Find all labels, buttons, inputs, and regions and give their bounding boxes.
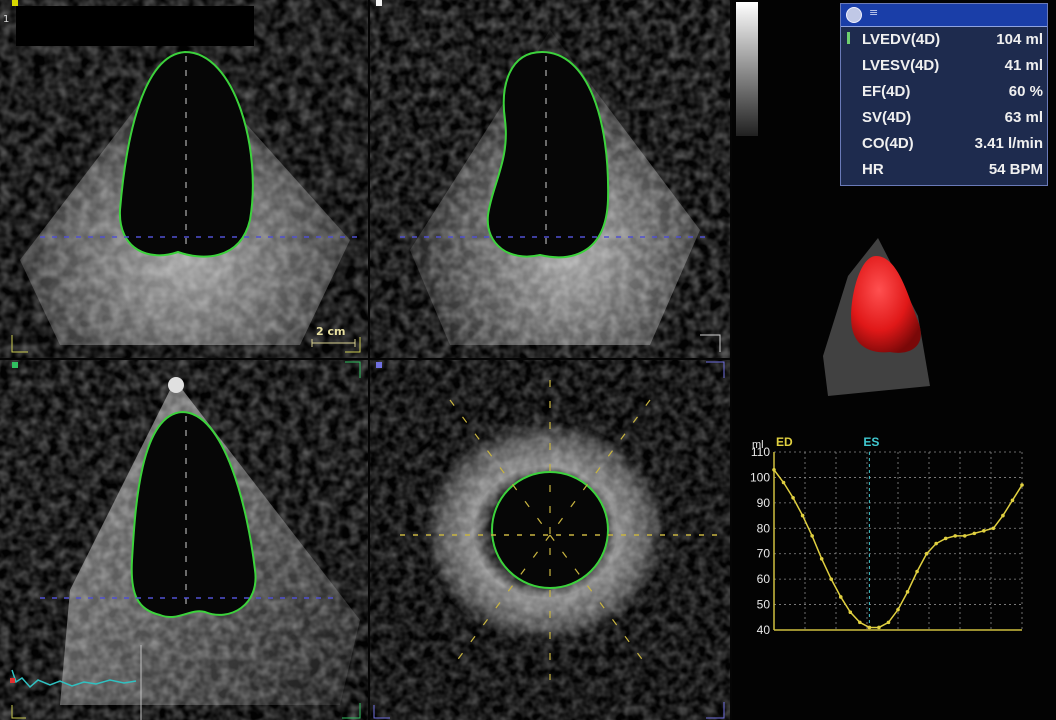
measurement-value: 63 ml — [1004, 109, 1043, 126]
measurement-label: EF(4D) — [862, 83, 911, 100]
volume-data-point — [1001, 513, 1005, 518]
phase-marker-label: ED — [776, 435, 793, 449]
measurement-value: 54 BPM — [988, 161, 1043, 178]
measurement-value: 41 ml — [1004, 57, 1043, 74]
grayscale-bar — [736, 2, 758, 136]
measurement-label: SV(4D) — [862, 109, 912, 126]
y-axis-label: ml — [752, 439, 764, 451]
echo-image-tr — [370, 0, 730, 358]
volume-data-point — [953, 534, 958, 538]
measurement-label: CO(4D) — [862, 135, 914, 152]
volume-data-point — [962, 534, 967, 538]
pane-id-label: 1 — [3, 14, 10, 25]
lv-volume-render — [823, 238, 930, 396]
measurement-row[interactable]: SV(4D) 63 ml — [841, 105, 1047, 131]
y-tick-label: 80 — [757, 521, 771, 535]
volume-data-point — [819, 557, 824, 561]
measurement-value: 104 ml — [996, 31, 1043, 48]
measurement-row[interactable]: HR 54 BPM — [841, 157, 1047, 183]
volume-data-point — [800, 513, 805, 518]
y-tick-label: 60 — [757, 572, 771, 586]
measurement-label: HR — [862, 161, 884, 178]
volume-data-point — [810, 534, 814, 538]
volume-data-point — [781, 480, 786, 485]
volume-data-point — [877, 625, 881, 630]
measurement-label: LVESV(4D) — [862, 57, 940, 74]
echo-image-tl — [0, 0, 368, 358]
volume-time-curve: 40 50 60 70 80 90 100 110 ml ED ES — [732, 430, 1056, 640]
phase-marker-label: ES — [863, 435, 879, 449]
y-tick-label: 70 — [757, 547, 771, 561]
measurement-panel-title: ≡ — [869, 6, 879, 19]
view-pane-apical-4ch[interactable]: 1 2 cm — [0, 0, 368, 358]
pane-color-marker — [12, 362, 18, 368]
volume-data-point — [924, 551, 929, 556]
pane-color-marker — [376, 362, 382, 368]
volume-data-point — [943, 536, 948, 541]
y-tick-label: 90 — [757, 496, 771, 510]
volume-data-point — [772, 468, 776, 472]
echo-image-br — [370, 360, 730, 720]
volume-data-point — [905, 590, 910, 594]
measurement-row[interactable]: LVESV(4D) 41 ml — [841, 53, 1047, 79]
view-pane-short-axis[interactable] — [370, 360, 730, 720]
volume-data-point — [896, 607, 900, 612]
view-pane-apical-2ch[interactable] — [370, 0, 730, 358]
volume-data-point — [915, 569, 919, 574]
measurement-row[interactable]: LVEDV(4D) 104 ml — [841, 27, 1047, 53]
volume-data-point — [982, 529, 986, 533]
volume-data-point — [838, 595, 843, 599]
measurement-row[interactable]: CO(4D) 3.41 l/min — [841, 131, 1047, 157]
volume-data-point — [886, 620, 891, 625]
volume-data-point — [848, 610, 853, 614]
echo-image-bl — [0, 360, 368, 720]
volume-chart: 405060708090100110ml ED ES — [750, 435, 1024, 637]
measurement-list: LVEDV(4D) 104 ml LVESV(4D) 41 ml EF(4D) 60 % S… — [841, 27, 1047, 183]
measurement-panel[interactable]: ≡ LVEDV(4D) 104 ml LVESV(4D) 41 ml EF(4D) 60 … — [840, 3, 1048, 186]
view-pane-apical-3ch[interactable] — [0, 360, 368, 720]
measurement-value: 60 % — [1008, 83, 1043, 100]
volume-data-point — [867, 625, 872, 630]
pane-color-marker — [376, 0, 382, 6]
volume-data-point — [1010, 498, 1015, 503]
volume-data-point — [972, 531, 977, 536]
scale-bar-label: 2 cm — [316, 325, 346, 338]
volume-data-point — [991, 526, 996, 531]
measurement-label: LVEDV(4D) — [862, 31, 941, 48]
volume-data-point — [791, 495, 795, 500]
y-tick-label: 100 — [750, 470, 770, 484]
volume-data-point — [1020, 483, 1024, 487]
selected-indicator — [847, 32, 850, 44]
measurement-row[interactable]: EF(4D) 60 % — [841, 79, 1047, 105]
measurement-panel-header[interactable]: ≡ — [841, 4, 1047, 27]
settings-globe-icon[interactable] — [846, 7, 862, 23]
volume-data-point — [858, 620, 862, 625]
volume-data-point — [934, 541, 938, 546]
right-panel: ≡ LVEDV(4D) 104 ml LVESV(4D) 41 ml EF(4D) 60 … — [732, 0, 1056, 720]
redacted-patient-info — [16, 6, 254, 46]
y-tick-label: 50 — [757, 598, 771, 612]
volume-data-point — [829, 577, 834, 581]
measurement-value: 3.41 l/min — [974, 135, 1043, 152]
pane-color-marker — [12, 0, 18, 6]
y-tick-label: 40 — [757, 623, 771, 637]
